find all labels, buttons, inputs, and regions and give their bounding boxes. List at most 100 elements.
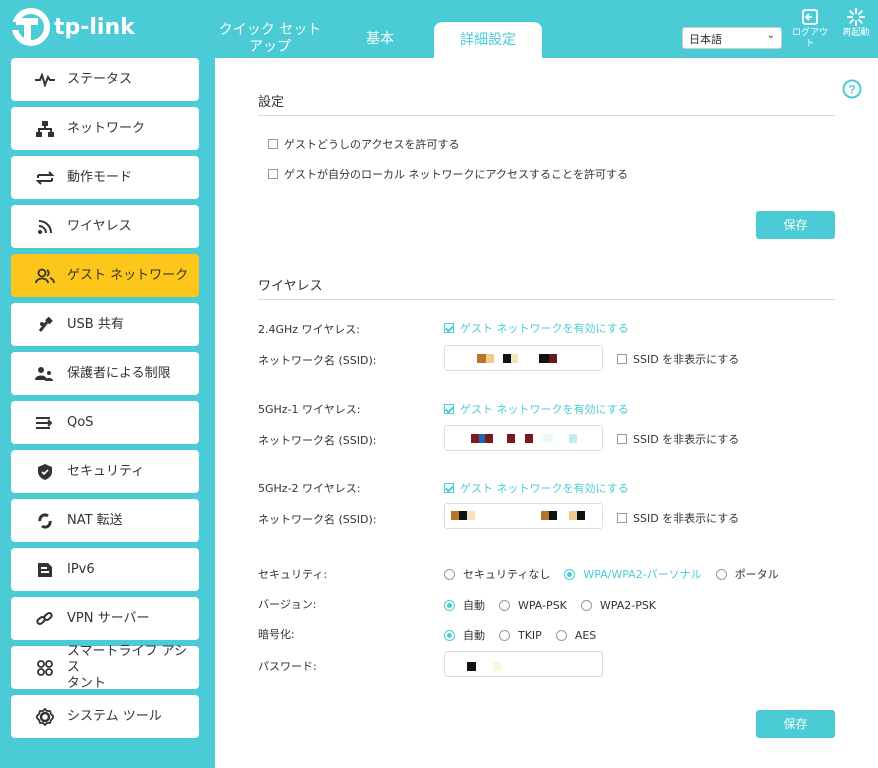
band5-2-hide-checkbox[interactable]	[617, 513, 627, 523]
sidebar-item-nat[interactable]: NAT 転送	[11, 499, 199, 542]
wireless-title: ワイヤレス	[258, 279, 323, 294]
qos-icon	[35, 413, 55, 433]
security-wpa-radio[interactable]	[564, 568, 576, 580]
security-wpa-label: WPA/WPA2-パーソナル	[583, 568, 702, 581]
sidebar-item-label: スマートライフ アシス タント	[67, 644, 199, 692]
pulse-icon	[35, 70, 55, 90]
band5-2-ssid-label: ネットワーク名 (SSID):	[258, 513, 377, 526]
sidebar-item-network[interactable]: ネットワーク	[11, 107, 199, 150]
security-portal-option[interactable]: ポータル	[715, 566, 779, 582]
encryption-tkip-radio[interactable]	[499, 629, 510, 641]
allow-guests-label: ゲストどうしのアクセスを許可する	[284, 138, 460, 151]
sidebar-item-wireless[interactable]: ワイヤレス	[11, 205, 199, 248]
sidebar-item-label: 保護者による制限	[67, 365, 171, 381]
sidebar-item-mode[interactable]: 動作モード	[11, 156, 199, 199]
logout-label-2: ト	[805, 39, 815, 49]
wireless-save-button[interactable]: 保存	[756, 710, 835, 738]
version-wpa-psk-radio[interactable]	[499, 599, 510, 611]
sidebar-item-status[interactable]: ステータス	[11, 58, 199, 101]
sidebar-item-label: システム ツール	[67, 708, 162, 724]
band5-1-enable-label: ゲスト ネットワークを有効にする	[460, 403, 629, 416]
security-none-radio[interactable]	[444, 568, 455, 580]
allow-guests-row[interactable]: ゲストどうしのアクセスを許可する	[268, 136, 459, 152]
encryption-aes-label: AES	[574, 628, 597, 642]
band24-hide-label: SSID を非表示にする	[633, 353, 740, 366]
band24-enable-row[interactable]: ゲスト ネットワークを有効にする	[444, 320, 629, 336]
reboot-button[interactable]: 再起動	[838, 8, 874, 39]
version-wpa2-psk-radio[interactable]	[580, 599, 592, 611]
logout-label-1: ログアウ	[791, 28, 828, 38]
settings-save-button[interactable]: 保存	[756, 211, 835, 239]
version-wpa-psk-option[interactable]: WPA-PSK	[499, 599, 567, 612]
band5-1-enable-checkbox[interactable]	[444, 404, 454, 414]
band24-hide-checkbox[interactable]	[617, 354, 627, 364]
version-auto-option[interactable]: 自動	[444, 597, 485, 613]
logout-button[interactable]: ログアウ ト	[790, 8, 830, 50]
band5-1-label: 5GHz-1 ワイヤレス:	[258, 403, 361, 416]
tab-quick-setup[interactable]: クイック セット アップ	[210, 22, 330, 58]
logo-mark-icon	[12, 8, 50, 46]
security-label: セキュリティ:	[258, 568, 328, 581]
security-portal-radio[interactable]	[715, 568, 727, 580]
sidebar-item-smartlife[interactable]: スマートライフ アシス タント	[11, 644, 199, 692]
parental-icon	[35, 364, 55, 384]
band5-2-enable-row[interactable]: ゲスト ネットワークを有効にする	[444, 480, 629, 496]
password-label: パスワード:	[258, 660, 317, 673]
chevron-down-icon: ⌄	[766, 30, 775, 41]
sidebar-item-label: 動作モード	[67, 169, 133, 185]
language-select[interactable]: 日本語 ⌄	[682, 27, 782, 49]
help-icon[interactable]: ?	[842, 79, 862, 99]
sidebar-item-usb[interactable]: USB 共有	[11, 303, 199, 346]
sidebar: ステータス ネットワーク 動作モード ワイヤレス ゲスト ネットワーク USB …	[0, 58, 215, 768]
encryption-aes-radio[interactable]	[555, 629, 567, 641]
sidebar-item-parental[interactable]: 保護者による制限	[11, 352, 199, 395]
encryption-auto-radio[interactable]	[444, 629, 455, 641]
password-input[interactable]	[444, 651, 603, 677]
security-radio-group: セキュリティなし WPA/WPA2-パーソナル ポータル	[444, 566, 793, 582]
version-auto-radio[interactable]	[444, 599, 455, 611]
band5-2-enable-checkbox[interactable]	[444, 483, 454, 493]
band5-2-ssid-input[interactable]	[444, 503, 603, 529]
security-none-label: セキュリティなし	[463, 568, 551, 581]
encryption-auto-option[interactable]: 自動	[444, 627, 485, 643]
version-label: バージョン:	[258, 598, 317, 611]
reboot-label: 再起動	[842, 28, 870, 38]
allow-local-row[interactable]: ゲストが自分のローカル ネットワークにアクセスすることを許可する	[268, 166, 628, 182]
version-wpa2-psk-option[interactable]: WPA2-PSK	[580, 599, 656, 612]
band24-hide-row[interactable]: SSID を非表示にする	[617, 351, 739, 367]
band24-ssid-label: ネットワーク名 (SSID):	[258, 354, 377, 367]
sidebar-item-label: ステータス	[67, 71, 133, 87]
sidebar-item-vpn[interactable]: VPN サーバー	[11, 597, 199, 640]
band24-ssid-input[interactable]	[444, 345, 603, 371]
band5-2-hide-row[interactable]: SSID を非表示にする	[617, 510, 739, 526]
sidebar-item-qos[interactable]: QoS	[11, 401, 199, 444]
version-auto-label: 自動	[463, 599, 485, 612]
sidebar-item-guest-network[interactable]: ゲスト ネットワーク	[11, 254, 199, 297]
sidebar-item-ipv6[interactable]: IPv6	[11, 548, 199, 591]
sidebar-item-label: VPN サーバー	[67, 610, 150, 626]
band24-enable-checkbox[interactable]	[444, 323, 454, 333]
band5-1-hide-checkbox[interactable]	[617, 434, 627, 444]
security-none-option[interactable]: セキュリティなし	[444, 566, 550, 582]
security-wpa-option[interactable]: WPA/WPA2-パーソナル	[564, 566, 702, 582]
vpn-icon	[35, 609, 55, 629]
encryption-radio-group: 自動 TKIP AES	[444, 627, 610, 643]
gear-icon	[35, 707, 55, 727]
sidebar-item-security[interactable]: セキュリティ	[11, 450, 199, 493]
tab-advanced[interactable]: 詳細設定	[434, 22, 542, 58]
encryption-aes-option[interactable]: AES	[555, 628, 597, 642]
shield-icon	[35, 462, 55, 482]
encryption-tkip-option[interactable]: TKIP	[499, 629, 542, 642]
tp-link-logo[interactable]: tp-link	[12, 8, 135, 46]
band5-1-ssid-input[interactable]	[444, 425, 603, 451]
allow-local-checkbox[interactable]	[268, 169, 278, 179]
guest-icon	[35, 266, 55, 286]
tab-quick-setup-label-1: クイック セット	[218, 22, 322, 38]
allow-guests-checkbox[interactable]	[268, 139, 278, 149]
sidebar-item-label: USB 共有	[67, 316, 124, 332]
smartlife-label-2: タント	[66, 675, 106, 691]
smartlife-icon	[35, 658, 55, 678]
sidebar-item-system-tools[interactable]: システム ツール	[11, 695, 199, 738]
band5-1-enable-row[interactable]: ゲスト ネットワークを有効にする	[444, 401, 629, 417]
band5-1-hide-row[interactable]: SSID を非表示にする	[617, 431, 739, 447]
